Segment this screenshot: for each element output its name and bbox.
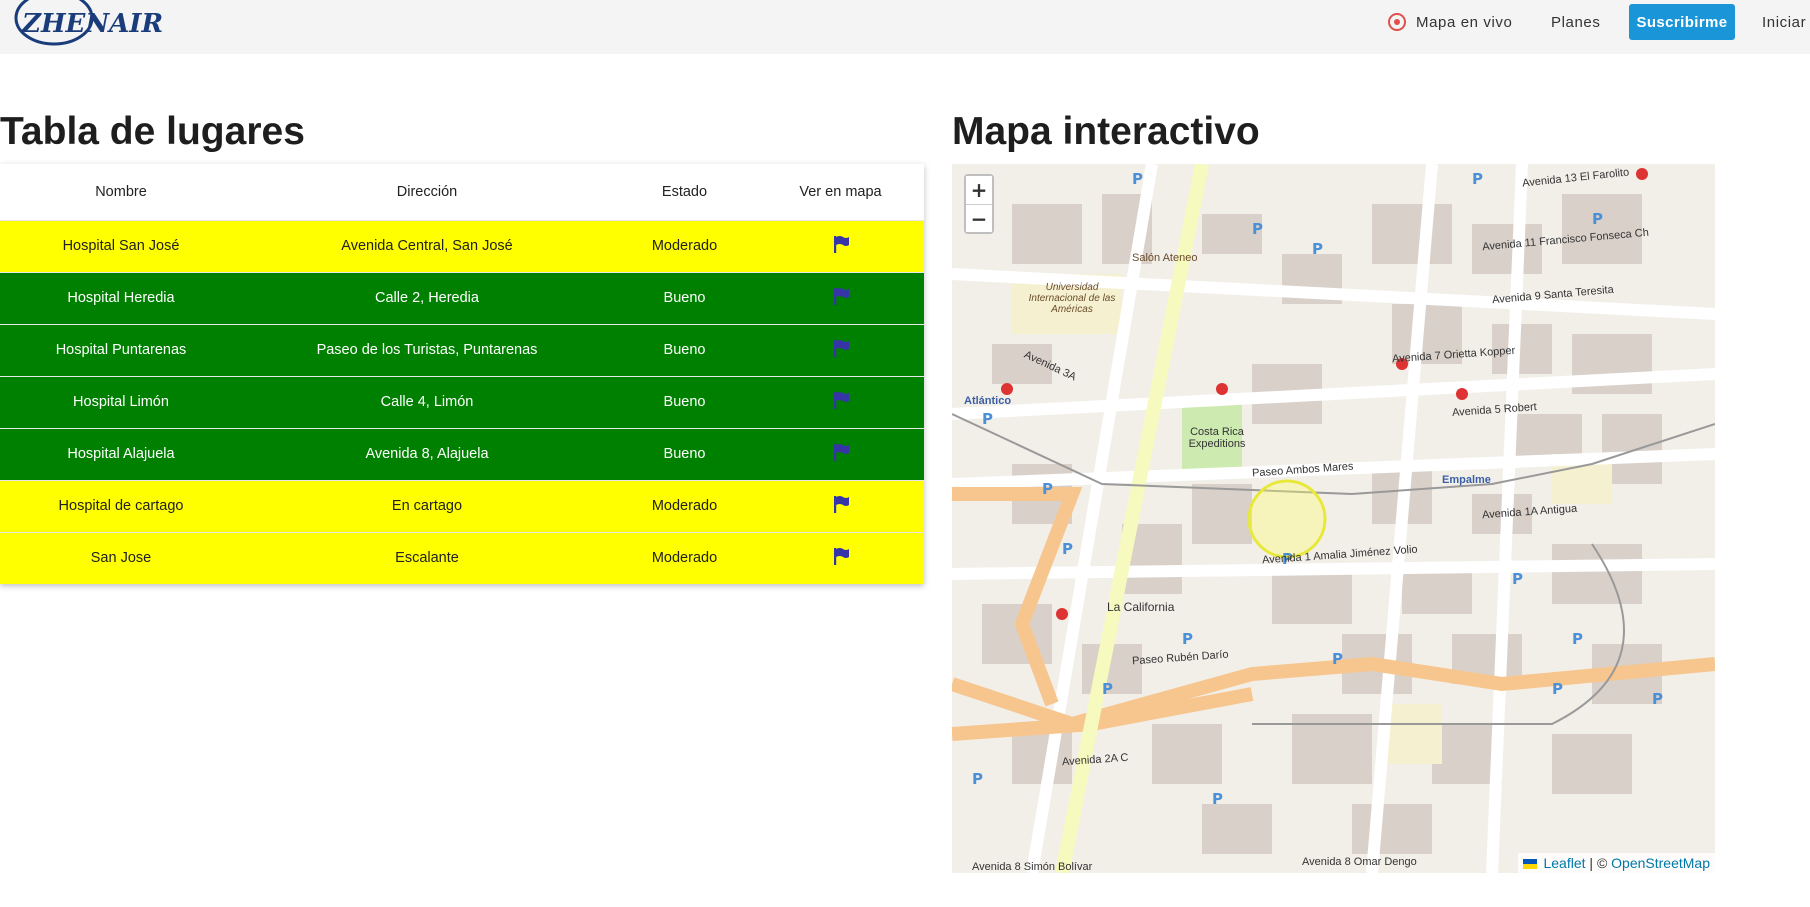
cell-address: Calle 4, Limón [242, 375, 612, 428]
cell-state: Bueno [612, 323, 757, 376]
cell-view-map [757, 271, 924, 324]
table-row: Hospital Alajuela Avenida 8, Alajuela Buen… [0, 427, 924, 480]
table-header-row: Nombre Dirección Estado Ver en mapa [0, 164, 924, 220]
table-row: Hospital Puntarenas Paseo de los Turistas… [0, 323, 924, 376]
flag-icon[interactable] [831, 494, 851, 514]
attribution-separator: | © [1585, 855, 1612, 871]
flag-icon[interactable] [831, 546, 851, 566]
cell-view-map [757, 531, 924, 584]
svg-text:P: P [1512, 570, 1523, 588]
column-header-address: Dirección [242, 164, 612, 220]
leaflet-link[interactable]: Leaflet [1543, 855, 1585, 871]
map-place-label: Costa Rica Expeditions [1188, 426, 1246, 450]
map-street-label: Avenida 8 Omar Dengo [1302, 856, 1417, 868]
interactive-map-title: Mapa interactivo [952, 110, 1260, 153]
cell-view-map [757, 219, 924, 272]
ukraine-flag-icon [1522, 859, 1537, 870]
cell-name: Hospital Limón [0, 375, 242, 428]
map-place-label: La California [1107, 600, 1175, 614]
openstreetmap-link[interactable]: OpenStreetMap [1611, 855, 1710, 871]
map-place-label: Salón Ateneo [1132, 252, 1198, 264]
nav-live-map[interactable]: Mapa en vivo [1388, 0, 1512, 44]
svg-text:P: P [1572, 630, 1583, 648]
svg-text:P: P [1472, 170, 1483, 188]
cell-view-map [757, 375, 924, 428]
svg-text:P: P [1252, 220, 1263, 238]
svg-text:P: P [1332, 650, 1343, 668]
cell-address: Paseo de los Turistas, Puntarenas [242, 323, 612, 376]
svg-text:P: P [1132, 170, 1143, 188]
flag-icon[interactable] [831, 286, 851, 306]
table-row: Hospital Heredia Calle 2, Heredia Bueno [0, 271, 924, 324]
interactive-map[interactable]: PPP PPP PPP PPP PPP PPP Avenida 13 El Fa… [952, 164, 1715, 873]
cell-view-map [757, 323, 924, 376]
cell-name: San Jose [0, 531, 242, 584]
column-header-view-map: Ver en mapa [757, 164, 924, 220]
cell-address: Escalante [242, 531, 612, 584]
cell-view-map [757, 479, 924, 532]
subscribe-button[interactable]: Suscribirme [1629, 4, 1735, 40]
zoom-out-button[interactable]: − [966, 204, 992, 232]
places-table-title: Tabla de lugares [0, 110, 305, 153]
brand-logo[interactable]: ZHENAIR [14, 0, 164, 50]
map-zoom-control: + − [964, 174, 994, 234]
svg-text:P: P [1592, 210, 1603, 228]
table-row: San Jose Escalante Moderado [0, 531, 924, 584]
cell-name: Hospital Heredia [0, 271, 242, 324]
cell-name: Hospital Alajuela [0, 427, 242, 480]
flag-icon[interactable] [831, 442, 851, 462]
map-place-label: Empalme [1442, 474, 1491, 486]
places-table-card: Nombre Dirección Estado Ver en mapa Hosp… [0, 164, 924, 584]
zoom-in-button[interactable]: + [966, 176, 992, 204]
cell-address: Avenida Central, San José [242, 219, 612, 272]
svg-text:P: P [1062, 540, 1073, 558]
cell-address: Avenida 8, Alajuela [242, 427, 612, 480]
table-row: Hospital Limón Calle 4, Limón Bueno [0, 375, 924, 428]
map-place-label: Universidad Internacional de las América… [1028, 282, 1116, 315]
cell-view-map [757, 427, 924, 480]
cell-state: Bueno [612, 375, 757, 428]
map-place-label: Atlántico [964, 395, 1012, 407]
svg-text:P: P [1102, 680, 1113, 698]
map-attribution: Leaflet | © OpenStreetMap [1517, 853, 1715, 873]
nav-plans[interactable]: Planes [1551, 0, 1600, 44]
cell-state: Bueno [612, 271, 757, 324]
cell-name: Hospital de cartago [0, 479, 242, 532]
svg-text:P: P [1552, 680, 1563, 698]
svg-text:P: P [972, 770, 983, 788]
svg-text:P: P [1312, 240, 1323, 258]
svg-text:P: P [1212, 790, 1223, 808]
nav-login[interactable]: Iniciar [1762, 0, 1806, 44]
cell-state: Moderado [612, 479, 757, 532]
svg-text:P: P [982, 410, 993, 428]
flag-icon[interactable] [831, 390, 851, 410]
flag-icon[interactable] [831, 338, 851, 358]
cell-state: Moderado [612, 219, 757, 272]
svg-text:P: P [1652, 690, 1663, 708]
top-navbar: ZHENAIR Mapa en vivo Planes Suscribirme … [0, 0, 1810, 54]
table-row: Hospital San José Avenida Central, San Jo… [0, 219, 924, 272]
cell-address: Calle 2, Heredia [242, 271, 612, 324]
svg-text:P: P [1042, 480, 1053, 498]
cell-name: Hospital San José [0, 219, 242, 272]
places-table: Nombre Dirección Estado Ver en mapa Hosp… [0, 164, 924, 584]
column-header-name: Nombre [0, 164, 242, 220]
cell-state: Bueno [612, 427, 757, 480]
map-street-label: Avenida 8 Simón Bolívar [972, 861, 1093, 873]
nav-live-map-label: Mapa en vivo [1416, 13, 1513, 31]
flag-icon[interactable] [831, 234, 851, 254]
svg-text:ZHENAIR: ZHENAIR [21, 9, 163, 39]
column-header-state: Estado [612, 164, 757, 220]
live-record-icon [1388, 13, 1406, 31]
cell-address: En cartago [242, 479, 612, 532]
cell-name: Hospital Puntarenas [0, 323, 242, 376]
cell-state: Moderado [612, 531, 757, 584]
table-row: Hospital de cartago En cartago Moderado [0, 479, 924, 532]
svg-text:P: P [1182, 630, 1193, 648]
